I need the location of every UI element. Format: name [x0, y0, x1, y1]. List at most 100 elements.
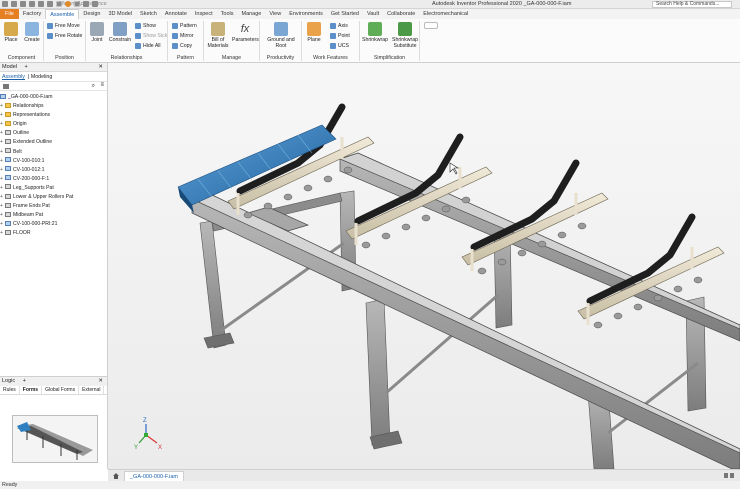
undo-icon[interactable] — [29, 1, 35, 7]
joint-button[interactable]: Joint — [86, 22, 108, 43]
tab-factory[interactable]: Factory — [19, 9, 45, 19]
panel-label-work-features[interactable]: Work Features — [302, 55, 359, 61]
free-move-button[interactable]: Free Move — [47, 22, 80, 30]
tab-sketch[interactable]: Sketch — [136, 9, 161, 19]
tab-manage[interactable]: Manage — [237, 9, 265, 19]
tab-3d-model[interactable]: 3D Model — [105, 9, 137, 19]
close-icon[interactable]: ✕ — [98, 63, 103, 72]
panel-label-productivity[interactable]: Productivity — [260, 55, 301, 61]
axis-button[interactable]: Axis — [330, 22, 348, 30]
tree-node-label: Midbeam Pat — [13, 212, 44, 219]
redo-icon[interactable] — [38, 1, 44, 7]
tree-node[interactable]: + Leg_Supports Pat — [0, 184, 107, 193]
point-button[interactable]: Point — [330, 32, 350, 40]
new-icon[interactable] — [2, 1, 8, 7]
place-button[interactable]: Place — [0, 22, 22, 43]
tree-node[interactable]: + Outline — [0, 129, 107, 138]
tree-node[interactable]: + Origin — [0, 120, 107, 129]
document-tab[interactable]: _GA-000-000-F.iam — [124, 471, 184, 481]
tree-node[interactable]: + Belt — [0, 148, 107, 157]
material-field[interactable]: Material — [56, 1, 79, 7]
tab-external[interactable]: External — [79, 386, 105, 394]
shrinkwrap-substitute-button[interactable]: Shrinkwrap Substitute — [390, 22, 420, 49]
appearance-field[interactable]: Appearance — [74, 1, 107, 7]
tree-node[interactable]: + Midbeam Pat — [0, 211, 107, 220]
plane-button[interactable]: Plane — [303, 22, 325, 43]
tree-node[interactable]: + Lower & Upper Rollers Pat — [0, 193, 107, 202]
tree-root[interactable]: _GA-000-000-F.iam — [0, 93, 107, 102]
bill-of-materials-button[interactable]: Bill of Materials — [206, 22, 230, 49]
mirror-button[interactable]: Mirror — [172, 32, 194, 40]
tab-tools[interactable]: Tools — [217, 9, 238, 19]
tab-inspect[interactable]: Inspect — [191, 9, 217, 19]
tree-node[interactable]: + CV-100-000-PRI:21 — [0, 220, 107, 229]
tree-node[interactable]: + Frame Ends Pat — [0, 202, 107, 211]
panel-label-position[interactable]: Position — [44, 55, 85, 61]
adjust-icon[interactable] — [83, 1, 89, 7]
copy-button[interactable]: Copy — [172, 42, 192, 50]
search-icon[interactable]: ⌕ — [92, 83, 95, 90]
parameters-label: Parameters — [232, 37, 259, 43]
tab-forms[interactable]: Forms — [19, 386, 43, 394]
tab-file[interactable]: File — [0, 9, 19, 19]
tab-environments[interactable]: Environments — [285, 9, 327, 19]
tab-assembly[interactable]: Assembly — [2, 74, 25, 80]
view-triad[interactable]: Z X Y — [134, 418, 162, 451]
free-rotate-button[interactable]: Free Rotate — [47, 32, 82, 40]
filter-icon[interactable] — [3, 84, 9, 89]
panel-label-component[interactable]: Component — [0, 55, 43, 61]
pattern-button[interactable]: Pattern — [172, 22, 197, 30]
tree-node[interactable]: + CV-100-010:1 — [0, 157, 107, 166]
show-sick-button[interactable]: Show Sick — [135, 32, 167, 40]
add-tab-icon[interactable]: + — [25, 64, 28, 70]
form-thumbnail[interactable] — [12, 415, 98, 463]
panel-label-relationships[interactable]: Relationships — [86, 55, 167, 61]
save-icon[interactable] — [20, 1, 26, 7]
menu-icon[interactable]: ≡ — [100, 82, 104, 88]
add-tab-icon[interactable]: + — [23, 378, 26, 384]
parameters-button[interactable]: fx Parameters — [232, 22, 259, 43]
tab-rules[interactable]: Rules — [0, 386, 20, 394]
tab-electromechanical[interactable]: Electromechanical — [419, 9, 472, 19]
measure-icon[interactable] — [92, 1, 98, 7]
panel-label-pattern[interactable]: Pattern — [168, 55, 203, 61]
shrinkwrap-button[interactable]: Shrinkwrap — [362, 22, 388, 43]
tree-node[interactable]: + Extended Outline — [0, 138, 107, 147]
tree-node-label: Leg_Supports Pat — [13, 184, 54, 191]
tab-assemble[interactable]: Assemble — [45, 9, 80, 19]
hide-all-button[interactable]: Hide All — [135, 42, 161, 50]
help-search-input[interactable]: Search Help & Commands... — [652, 1, 732, 8]
open-icon[interactable] — [11, 1, 17, 7]
tab-layout-icon[interactable] — [724, 473, 734, 478]
idler-set[interactable] — [345, 133, 493, 249]
tree-node[interactable]: + CV-100-012:1 — [0, 166, 107, 175]
tree-node[interactable]: + Relationships — [0, 102, 107, 111]
tab-design[interactable]: Design — [79, 9, 104, 19]
panel-label-simplification[interactable]: Simplification — [360, 55, 419, 61]
constrain-icon — [113, 22, 127, 36]
tab-vault[interactable]: Vault — [363, 9, 383, 19]
tab-modeling[interactable]: Modeling — [31, 74, 53, 80]
part-icon — [5, 184, 11, 190]
tab-view[interactable]: View — [265, 9, 285, 19]
panel-label-manage[interactable]: Manage — [204, 55, 259, 61]
tab-collaborate[interactable]: Collaborate — [383, 9, 419, 19]
ground-and-root-button[interactable]: Ground and Root — [264, 22, 298, 49]
graphics-viewport[interactable]: Z X Y — [108, 63, 740, 470]
home-icon[interactable] — [47, 1, 53, 7]
tab-global-forms[interactable]: Global Forms — [42, 386, 80, 394]
constrain-button[interactable]: Constrain — [107, 22, 133, 43]
create-button[interactable]: Create — [21, 22, 43, 43]
tab-annotate[interactable]: Annotate — [161, 9, 191, 19]
show-button[interactable]: Show — [135, 22, 156, 30]
conveyor-assembly-model[interactable]: Z X Y — [108, 63, 740, 470]
close-icon[interactable]: ✕ — [98, 377, 103, 386]
tree-node[interactable]: + FLOOR — [0, 229, 107, 238]
tree-node[interactable]: + CV-200-000-F:1 — [0, 175, 107, 184]
tree-node[interactable]: + Representations — [0, 111, 107, 120]
home-icon[interactable] — [112, 472, 120, 480]
shrinkwrap-substitute-icon — [398, 22, 412, 36]
ucs-button[interactable]: UCS — [330, 42, 349, 50]
ribbon-options-icon[interactable] — [424, 22, 438, 29]
tab-get-started[interactable]: Get Started — [327, 9, 363, 19]
